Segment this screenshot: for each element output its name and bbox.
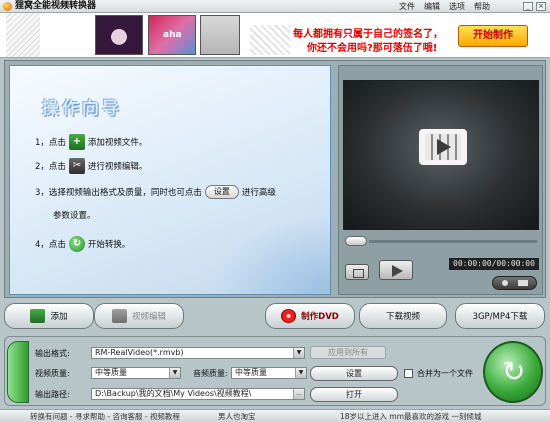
add-video-icon	[30, 309, 46, 323]
ad-text-line[interactable]: 你还不会用吗?那可落伍了哦!	[307, 39, 437, 54]
audio-quality-label: 音频质量:	[193, 369, 228, 378]
chevron-down-icon[interactable]: ▼	[295, 368, 306, 378]
promo-link[interactable]: 男人也淘宝	[218, 411, 256, 422]
video-quality-select[interactable]: 中等质量 ▼	[91, 367, 181, 379]
play-button[interactable]	[379, 260, 413, 280]
app-icon	[3, 2, 12, 11]
output-format-value: RM-RealVideo(*.rmvb)	[95, 348, 184, 357]
guide-step-4: 4，点击 ↻ 开始转换。	[35, 236, 130, 252]
status-bar: 转换有问题 - 寻求帮助 - 咨询客服 - 视频教程 男人也淘宝 18岁以上进入…	[0, 409, 550, 422]
operation-guide-panel: 操作向导 1，点击 + 添加视频文件。 2，点击 ✂ 进行视频编辑。 3，选择视…	[9, 65, 331, 295]
chevron-down-icon[interactable]: ▼	[169, 368, 180, 378]
open-folder-button[interactable]: 打开	[310, 387, 398, 402]
guide-title: 操作向导	[42, 99, 122, 119]
step-text: 开始转换。	[87, 240, 131, 250]
add-video-icon: +	[68, 134, 85, 150]
menu-item-edit[interactable]: 编辑	[424, 0, 440, 13]
video-edit-icon	[111, 309, 127, 323]
start-create-button[interactable]: 开始制作	[458, 25, 528, 47]
seek-bar[interactable]	[369, 240, 537, 243]
guide-step-1: 1，点击 + 添加视频文件。	[35, 134, 147, 150]
output-settings-panel: 输出格式: RM-RealVideo(*.rmvb) ▼ 应用到所有 视频质量:…	[4, 336, 546, 406]
banner-decoration	[6, 13, 40, 57]
mobile-download-button-label: 3GP/MP4下载	[472, 312, 528, 322]
mobile-download-button[interactable]: 3GP/MP4下载	[455, 303, 545, 329]
step-text: 1，点击	[35, 138, 66, 148]
output-path-value: D:\Backup\我的文档\My Videos\视频教程\	[95, 389, 252, 398]
ad-text-line[interactable]: 每人都拥有只属于自己的签名了，	[293, 25, 443, 40]
guide-step-3-continued: 参数设置。	[53, 209, 96, 221]
video-quality-label: 视频质量:	[35, 369, 70, 378]
window-title: 狸窝全能视频转换器	[15, 1, 97, 11]
film-icon	[419, 129, 467, 165]
window-controls: _ ×	[523, 2, 546, 11]
start-convert-button[interactable]	[483, 341, 543, 403]
settings-example-button: 设置	[204, 185, 239, 199]
step-text: 2，点击	[35, 162, 66, 172]
banner-photo[interactable]	[95, 15, 143, 55]
banner-photo[interactable]: aha	[148, 15, 196, 55]
convert-icon: ↻	[68, 236, 85, 252]
merge-checkbox[interactable]	[404, 369, 413, 378]
minimize-button[interactable]: _	[523, 2, 533, 11]
timecode-display: 00:00:00/00:00:00	[449, 258, 539, 270]
title-bar: 狸窝全能视频转换器 文件 编辑 选项 帮助 _ ×	[0, 0, 550, 13]
download-video-button-label: 下载视频	[385, 312, 420, 322]
step-text: 4，点击	[35, 240, 66, 250]
main-area: 操作向导 1，点击 + 添加视频文件。 2，点击 ✂ 进行视频编辑。 3，选择视…	[4, 60, 546, 298]
video-edit-button[interactable]: 视频编辑	[94, 303, 184, 329]
menu-bar: 文件 编辑 选项 帮助	[399, 0, 490, 13]
chevron-down-icon[interactable]: ▼	[293, 348, 304, 358]
settings-button[interactable]: 设置	[310, 366, 398, 381]
video-edit-button-label: 视频编辑	[131, 312, 166, 322]
menu-item-help[interactable]: 帮助	[474, 0, 490, 13]
close-button[interactable]: ×	[536, 2, 546, 11]
promo-links[interactable]: 18岁以上进入 mm最喜欢的游戏 一刻倾城	[340, 411, 481, 422]
folder-browse-icon[interactable]: …	[293, 389, 304, 399]
step-text: 进行高级	[241, 188, 276, 198]
output-path-field[interactable]: D:\Backup\我的文档\My Videos\视频教程\ …	[91, 388, 305, 400]
video-edit-icon: ✂	[68, 158, 85, 174]
step-text: 进行视频编辑。	[87, 162, 148, 172]
video-quality-value: 中等质量	[95, 368, 127, 377]
add-button-label: 添加	[50, 312, 68, 322]
ad-banner: aha 每人都拥有只属于自己的签名了， 你还不会用吗?那可落伍了哦! 开始制作	[0, 13, 550, 58]
back-arrow-button[interactable]	[7, 341, 29, 403]
stop-button[interactable]	[345, 264, 369, 280]
guide-decoration	[210, 214, 330, 294]
guide-step-3: 3，选择视频输出格式及质量，同时也可点击 设置 进行高级	[35, 185, 276, 199]
snapshot-button[interactable]	[492, 276, 537, 290]
merge-label: 合并为一个文件	[417, 369, 473, 378]
output-format-label: 输出格式:	[35, 349, 70, 358]
make-dvd-button-label: 制作DVD	[301, 312, 339, 322]
make-dvd-button[interactable]: 制作DVD	[265, 303, 355, 329]
guide-step-2: 2，点击 ✂ 进行视频编辑。	[35, 158, 147, 174]
step-text: 添加视频文件。	[87, 138, 148, 148]
seek-handle[interactable]	[345, 236, 367, 246]
download-video-button[interactable]: 下载视频	[359, 303, 447, 329]
add-button[interactable]: 添加	[4, 303, 94, 329]
banner-photo-text: aha	[163, 30, 182, 40]
audio-quality-value: 中等质量	[235, 368, 267, 377]
menu-item-file[interactable]: 文件	[399, 0, 415, 13]
apply-to-all-button[interactable]: 应用到所有	[310, 346, 386, 359]
menu-item-options[interactable]: 选项	[449, 0, 465, 13]
banner-photo[interactable]	[200, 15, 240, 55]
video-preview-screen	[343, 80, 539, 230]
output-path-label: 输出路径:	[35, 390, 70, 399]
audio-quality-select[interactable]: 中等质量 ▼	[231, 367, 307, 379]
step-text: 3，选择视频输出格式及质量，同时也可点击	[35, 188, 202, 198]
step-text: 参数设置。	[53, 211, 96, 221]
preview-panel: 00:00:00/00:00:00	[338, 65, 543, 295]
dvd-icon	[281, 309, 297, 323]
help-links[interactable]: 转换有问题 - 寻求帮助 - 咨询客服 - 视频教程	[30, 411, 180, 422]
output-format-select[interactable]: RM-RealVideo(*.rmvb) ▼	[91, 347, 305, 359]
banner-decoration	[250, 25, 290, 55]
